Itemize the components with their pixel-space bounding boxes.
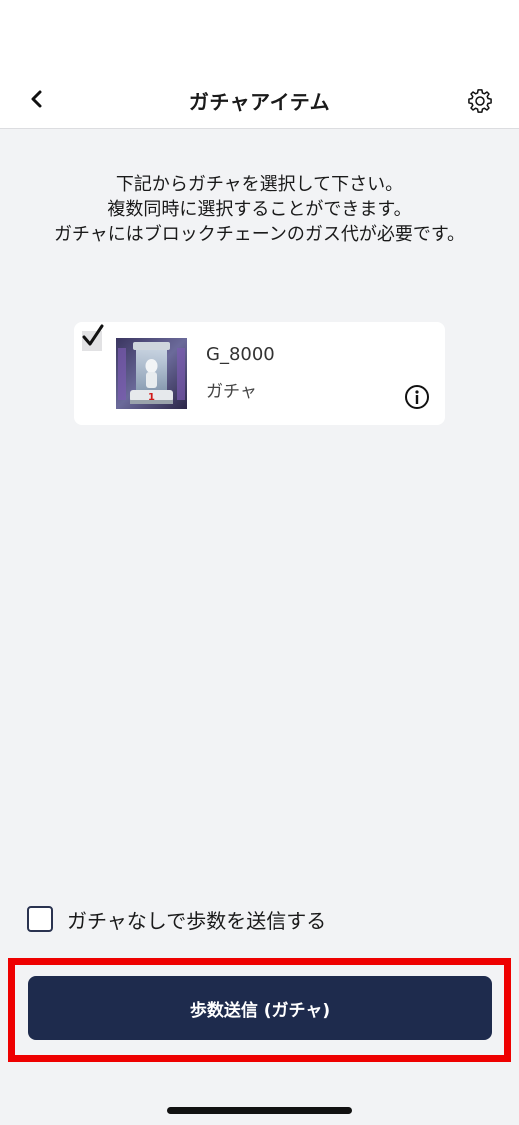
item-count-badge: 1 [148, 392, 155, 403]
item-info-button[interactable] [404, 384, 430, 410]
instructions: 下記からガチャを選択して下さい。 複数同時に選択することができます。 ガチャには… [0, 172, 519, 247]
instruction-line-1: 下記からガチャを選択して下さい。 [115, 174, 404, 195]
instruction-line-2: 複数同時に選択することができます。 [107, 199, 412, 220]
submit-steps-button[interactable]: 歩数送信 (ガチャ) [28, 976, 492, 1040]
item-checkbox[interactable] [82, 324, 104, 351]
gacha-thumbnail: 1 [116, 338, 187, 409]
status-bar [0, 0, 519, 70]
no-gacha-label: ガチャなしで歩数を送信する [67, 908, 327, 933]
gacha-capsule-image: 1 [116, 338, 187, 409]
info-icon [405, 385, 429, 409]
instruction-line-3: ガチャにはブロックチェーンのガス代が必要です。 [53, 224, 466, 245]
navigation-bar: ガチャアイテム [0, 70, 519, 129]
gear-icon [468, 89, 492, 113]
page-title: ガチャアイテム [188, 90, 331, 114]
item-name: G_8000 [206, 344, 275, 365]
item-type: ガチャ [206, 382, 257, 402]
gacha-item-card[interactable]: 1 G_8000 ガチャ [74, 322, 445, 425]
home-indicator [167, 1107, 352, 1114]
settings-button[interactable] [465, 86, 495, 116]
no-gacha-checkbox[interactable] [27, 906, 53, 932]
no-gacha-option[interactable]: ガチャなしで歩数を送信する [27, 905, 326, 933]
checkmark-icon [82, 324, 104, 346]
